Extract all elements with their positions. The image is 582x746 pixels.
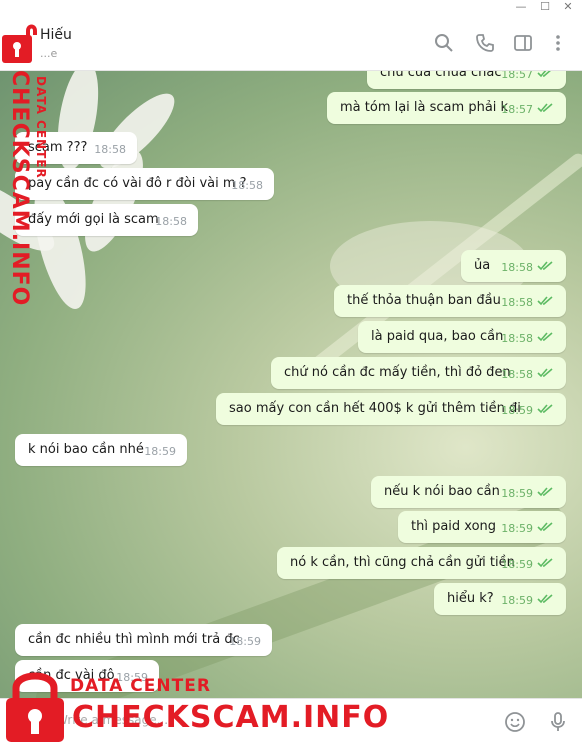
message-outgoing[interactable]: nó k cần, thì cũng chả cần gửi tiền 18:5…: [277, 547, 566, 579]
message-incoming[interactable]: k nói bao cần nhé 18:59: [15, 434, 187, 466]
double-check-icon: [537, 521, 555, 533]
double-check-icon: [537, 71, 555, 79]
message-outgoing[interactable]: hiểu k? 18:59: [434, 583, 566, 615]
message-outgoing[interactable]: mà tóm lại là scam phải k 18:57: [327, 92, 566, 124]
emoji-icon[interactable]: [503, 710, 527, 734]
close-button[interactable]: ✕: [557, 0, 579, 14]
message-outgoing[interactable]: thế thỏa thuận ban đầu 18:58: [334, 285, 566, 317]
double-check-icon: [537, 557, 555, 569]
double-check-icon: [537, 260, 555, 272]
watermark-subtext: DATA CENTER: [70, 676, 211, 696]
message-outgoing[interactable]: chứ nó cần đc mấy tiền, thì đỏ đen 18:58: [271, 357, 566, 389]
sidebar-toggle-icon[interactable]: [513, 33, 533, 53]
message-outgoing[interactable]: sao mấy con cần hết 400$ k gửi thêm tiền…: [216, 393, 566, 425]
watermark-lock-icon: [0, 17, 40, 65]
message-outgoing[interactable]: ủa 18:58: [461, 250, 566, 282]
message-incoming[interactable]: cần đc nhiều thì mình mới trả đc 18:59: [15, 624, 272, 656]
double-check-icon: [537, 593, 555, 605]
chat-header: Hiếu ...e: [0, 16, 582, 71]
message-incoming[interactable]: đấy mới gọi là scam 18:58: [15, 204, 198, 236]
minimize-button[interactable]: —: [510, 0, 532, 14]
chat-status: ...e: [40, 47, 58, 60]
watermark-text: CHECKSCAM.INFO: [7, 70, 32, 307]
message-outgoing[interactable]: là paid qua, bao cần 18:58: [358, 321, 566, 353]
search-icon[interactable]: [434, 33, 454, 53]
window-titlebar: — ☐ ✕: [0, 0, 582, 16]
watermark-text: CHECKSCAM.INFO: [72, 700, 390, 735]
message-outgoing[interactable]: nếu k nói bao cần 18:59: [371, 476, 566, 508]
double-check-icon: [537, 486, 555, 498]
double-check-icon: [537, 367, 555, 379]
watermark-lock-icon: [2, 668, 68, 742]
chat-title[interactable]: Hiếu: [40, 27, 72, 43]
double-check-icon: [537, 331, 555, 343]
watermark-subtext: DATA CENTER: [34, 76, 48, 179]
double-check-icon: [537, 403, 555, 415]
message-outgoing[interactable]: thì paid xong 18:59: [398, 511, 566, 543]
message-outgoing[interactable]: chứ của chưa chắc 18:57: [367, 71, 566, 89]
message-incoming[interactable]: pay cần đc có vài đô r đòi vài m ? 18:58: [15, 168, 274, 200]
double-check-icon: [537, 295, 555, 307]
message-list[interactable]: chứ của chưa chắc 18:57 mà tóm lại là sc…: [0, 71, 582, 698]
microphone-icon[interactable]: [546, 710, 570, 734]
double-check-icon: [537, 102, 555, 114]
maximize-button[interactable]: ☐: [534, 0, 556, 14]
more-vertical-icon[interactable]: [548, 33, 568, 53]
phone-icon[interactable]: [475, 33, 495, 53]
